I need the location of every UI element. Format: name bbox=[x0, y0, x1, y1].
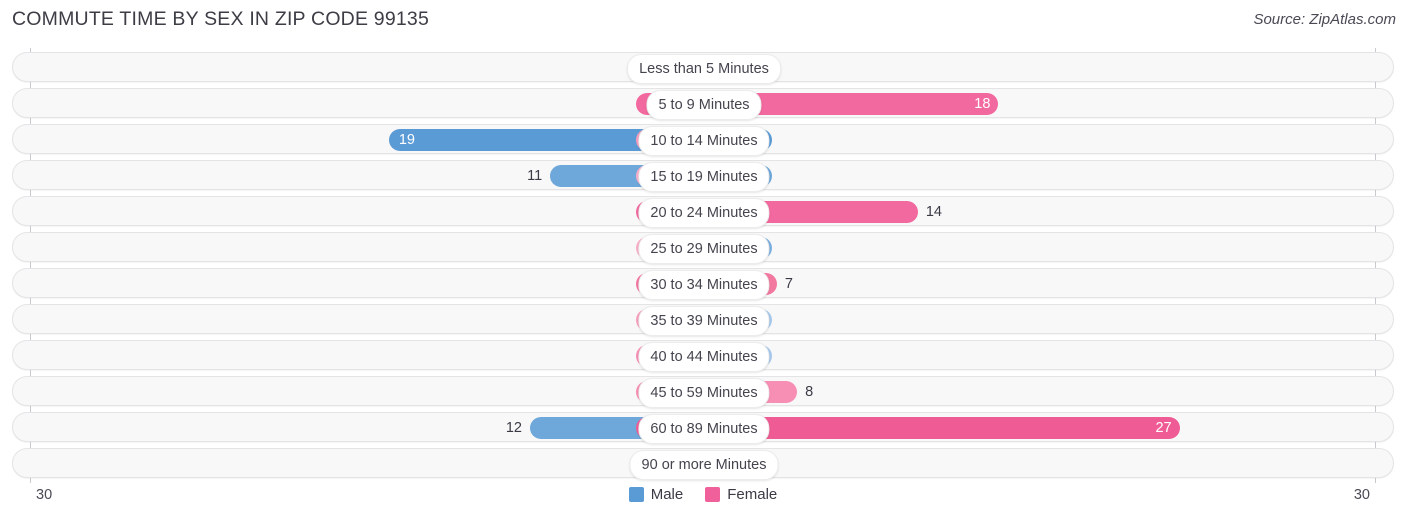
legend-label-female: Female bbox=[727, 486, 778, 503]
bar-value-female: 18 bbox=[974, 96, 991, 112]
table-row[interactable]: 3845 to 59 Minutes bbox=[12, 376, 1394, 408]
chart-plot-area: 52Less than 5 Minutes4185 to 9 Minutes19… bbox=[0, 48, 1406, 483]
bar-value-male: 11 bbox=[527, 168, 543, 184]
source-attribution: Source: ZipAtlas.com bbox=[1253, 11, 1396, 28]
bar-value-female: 14 bbox=[925, 204, 942, 220]
category-label: 45 to 59 Minutes bbox=[638, 378, 770, 408]
legend-item-female[interactable]: Female bbox=[705, 486, 777, 503]
category-label: 20 to 24 Minutes bbox=[638, 198, 770, 228]
category-label: 30 to 34 Minutes bbox=[638, 270, 770, 300]
table-row[interactable]: 0540 to 44 Minutes bbox=[12, 340, 1394, 372]
chart-header: COMMUTE TIME BY SEX IN ZIP CODE 99135 So… bbox=[0, 0, 1406, 40]
legend-swatch-male-icon bbox=[628, 487, 644, 502]
table-row[interactable]: 12 27 60 to 89 Minutes bbox=[12, 412, 1394, 444]
table-row[interactable]: 52Less than 5 Minutes bbox=[12, 52, 1394, 84]
table-row[interactable]: 1090 or more Minutes bbox=[12, 448, 1394, 480]
legend-label-male: Male bbox=[650, 486, 684, 503]
page-title: COMMUTE TIME BY SEX IN ZIP CODE 99135 bbox=[12, 8, 430, 30]
legend-swatch-female-icon bbox=[705, 487, 721, 502]
table-row[interactable]: 11215 to 19 Minutes bbox=[12, 160, 1394, 192]
table-row[interactable]: 5025 to 29 Minutes bbox=[12, 232, 1394, 264]
category-label: 5 to 9 Minutes bbox=[646, 90, 762, 120]
table-row[interactable]: 0135 to 39 Minutes bbox=[12, 304, 1394, 336]
category-label: 90 or more Minutes bbox=[629, 450, 779, 480]
category-label: 60 to 89 Minutes bbox=[638, 414, 770, 444]
table-row[interactable]: 01420 to 24 Minutes bbox=[12, 196, 1394, 228]
bar-value-male: 12 bbox=[505, 420, 522, 436]
table-row[interactable]: 4185 to 9 Minutes bbox=[12, 88, 1394, 120]
bar-value-female: 27 bbox=[1155, 420, 1172, 436]
chart-footer: 30 30 Male Female bbox=[0, 483, 1406, 523]
bar-value-male: 19 bbox=[398, 132, 415, 148]
chart-legend: Male Female bbox=[0, 486, 1406, 503]
table-row[interactable]: 3730 to 34 Minutes bbox=[12, 268, 1394, 300]
table-row[interactable]: 19210 to 14 Minutes bbox=[12, 124, 1394, 156]
category-label: 25 to 29 Minutes bbox=[638, 234, 770, 264]
category-label: 35 to 39 Minutes bbox=[638, 306, 770, 336]
category-label: 15 to 19 Minutes bbox=[638, 162, 770, 192]
category-label: 10 to 14 Minutes bbox=[638, 126, 770, 156]
category-label: Less than 5 Minutes bbox=[627, 54, 781, 84]
category-label: 40 to 44 Minutes bbox=[638, 342, 770, 372]
bar-value-female: 8 bbox=[805, 384, 814, 400]
legend-item-male[interactable]: Male bbox=[628, 486, 684, 503]
bar-value-female: 7 bbox=[784, 276, 793, 292]
